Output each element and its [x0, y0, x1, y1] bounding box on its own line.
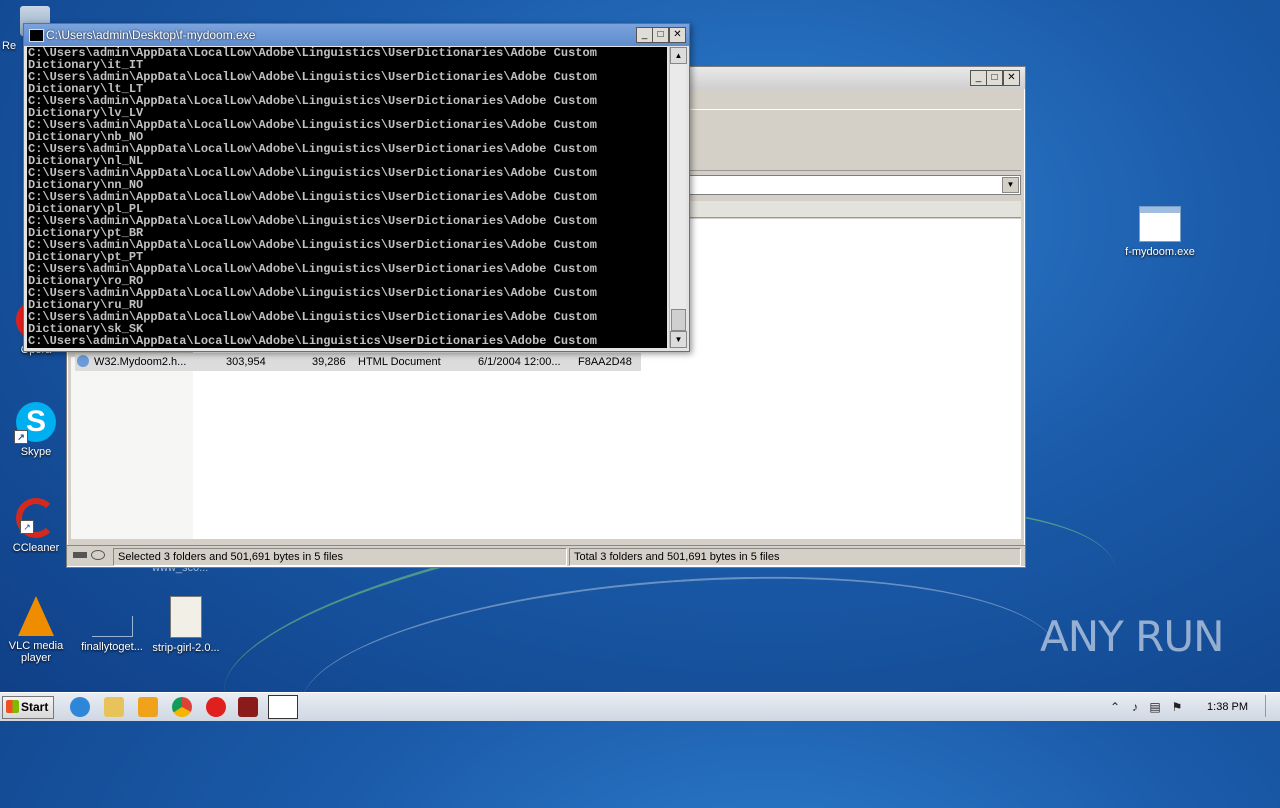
file-packed-size: 39,286 [312, 356, 346, 368]
winrar-icon[interactable] [238, 697, 258, 717]
show-desktop-button[interactable] [1265, 695, 1280, 717]
file-crc: F8AA2D48 [578, 356, 632, 368]
console-taskbar-button[interactable] [268, 695, 298, 719]
installer-notepad-icon [170, 596, 202, 638]
desktop-icon-strip-girl[interactable]: strip-girl-2.0... [148, 596, 224, 654]
explorer-folder-icon[interactable] [104, 697, 124, 717]
desktop-icon-label: Skype [20, 446, 52, 458]
ie-icon[interactable] [70, 697, 90, 717]
executable-window-icon [1139, 206, 1181, 242]
desktop-icon-finallytogether[interactable]: finallytoget... [74, 596, 150, 653]
system-tray: ⌃ ♪ ▤ ⚑ 1:38 PM [1100, 693, 1280, 721]
console-title: C:\Users\admin\Desktop\f-mydoom.exe [46, 28, 256, 42]
shortcut-arrow-icon: ↗ [14, 430, 28, 444]
folder-tree-pane[interactable] [71, 357, 193, 539]
close-button[interactable]: ✕ [1003, 70, 1020, 86]
desktop-icon-label: f-mydoom.exe [1125, 246, 1195, 258]
skype-icon: S ↗ [14, 402, 56, 444]
html-file-icon [77, 355, 89, 367]
desktop-icon-skype[interactable]: S ↗ Skype [0, 402, 74, 458]
vlc-cone-icon [18, 596, 54, 636]
console-scrollbar[interactable]: ▲ ▼ [669, 47, 687, 348]
desktop-icon-label: strip-girl-2.0... [152, 642, 220, 654]
start-label: Start [21, 700, 49, 714]
list-column-header[interactable] [689, 201, 1021, 218]
anyrun-watermark: ANY RUN [1040, 612, 1225, 661]
chrome-icon[interactable] [172, 697, 192, 717]
desktop-icon-vlc[interactable]: VLC media player [0, 596, 74, 664]
desktop-icon-label: VLC media player [8, 640, 64, 664]
volume-icon[interactable]: ♪ [1128, 700, 1142, 714]
drive-icon [73, 550, 109, 560]
desktop-icon-label: CCleaner [12, 542, 60, 554]
network-icon[interactable]: ▤ [1148, 700, 1162, 714]
maximize-button[interactable]: □ [652, 27, 669, 43]
minimize-button[interactable]: _ [636, 27, 653, 43]
clock[interactable]: 1:38 PM [1207, 701, 1248, 713]
status-total: Total 3 folders and 501,691 bytes in 5 f… [569, 548, 1021, 566]
desktop-icon-ccleaner[interactable]: ↗ CCleaner [0, 498, 74, 554]
desktop-icon-label: finallytoget... [81, 641, 143, 653]
chevron-down-icon[interactable]: ▼ [1002, 177, 1019, 193]
start-button[interactable]: Start [2, 696, 54, 719]
shortcut-arrow-icon: ↗ [20, 520, 34, 534]
status-bar: Selected 3 folders and 501,691 bytes in … [67, 545, 1025, 566]
status-selected: Selected 3 folders and 501,691 bytes in … [113, 548, 567, 566]
opera-icon[interactable] [206, 697, 226, 717]
blank-file-icon [91, 616, 133, 637]
taskbar: Start ⌃ ♪ ▤ ⚑ 1:38 PM [0, 692, 1280, 721]
console-output[interactable]: C:\Users\admin\AppData\LocalLow\Adobe\Li… [27, 47, 667, 348]
console-titlebar[interactable]: C:\Users\admin\Desktop\f-mydoom.exe _ □ … [24, 24, 689, 46]
console-window[interactable]: C:\Users\admin\Desktop\f-mydoom.exe _ □ … [23, 23, 690, 352]
file-modified: 6/1/2004 12:00... [478, 356, 561, 368]
table-row[interactable]: W32.Mydoom2.h... 303,954 39,286 HTML Doc… [75, 353, 641, 371]
path-dropdown[interactable]: ▼ [689, 175, 1021, 195]
scroll-down-icon[interactable]: ▼ [670, 331, 687, 348]
console-line: C:\Users\admin\AppData\LocalLow\Adobe\Li… [28, 334, 597, 348]
scroll-up-icon[interactable]: ▲ [670, 47, 687, 64]
console-icon [29, 29, 44, 42]
media-player-icon[interactable] [138, 697, 158, 717]
minimize-button[interactable]: _ [970, 70, 987, 86]
scroll-thumb[interactable] [671, 309, 686, 331]
ccleaner-icon: ↗ [16, 498, 56, 538]
action-center-flag-icon[interactable]: ⚑ [1170, 700, 1184, 714]
file-type: HTML Document [358, 356, 441, 368]
windows-logo-icon [6, 700, 19, 713]
close-button[interactable]: ✕ [669, 27, 686, 43]
maximize-button[interactable]: □ [986, 70, 1003, 86]
show-hidden-icons-icon[interactable]: ⌃ [1108, 700, 1122, 714]
file-size: 303,954 [226, 356, 266, 368]
file-name: W32.Mydoom2.h... [94, 356, 187, 368]
desktop-icon-f-mydoom[interactable]: f-mydoom.exe [1122, 206, 1198, 258]
